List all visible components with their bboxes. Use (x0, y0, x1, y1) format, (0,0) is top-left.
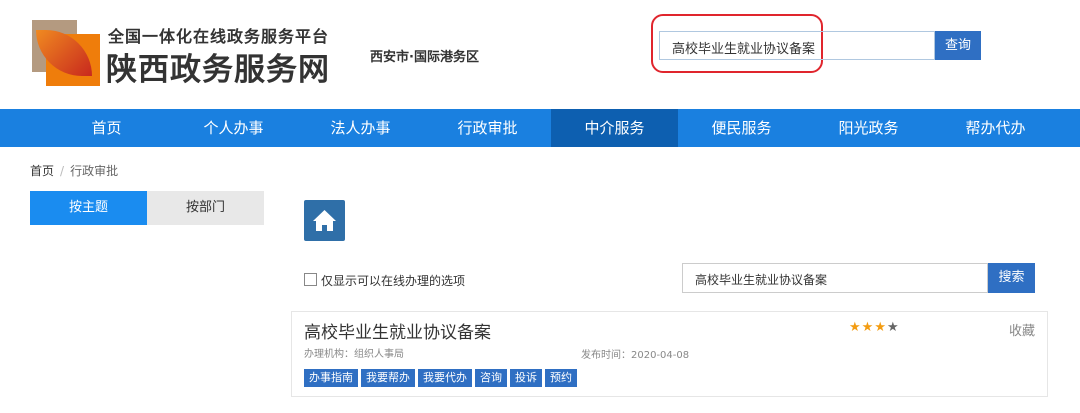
nav-item[interactable]: 阳光政务 (805, 109, 932, 147)
result-org: 办理机构：组织人事局 (304, 349, 404, 360)
header-search-input[interactable]: 高校毕业生就业协议备案 (659, 31, 935, 60)
guide-button[interactable]: 办事指南 (304, 369, 358, 387)
main-nav: 首页 个人办事 法人办事 行政审批 中介服务 便民服务 阳光政务 帮办代办 (0, 109, 1080, 147)
star-icon: ★ (861, 320, 875, 335)
complaint-button[interactable]: 投诉 (510, 369, 542, 387)
result-date: 发布时间：2020-04-08 (581, 350, 690, 361)
nav-item[interactable]: 首页 (43, 109, 170, 147)
online-only-label[interactable]: 仅显示可以在线办理的选项 (321, 272, 465, 289)
header-search-button[interactable]: 查询 (935, 31, 981, 60)
action-buttons: 办事指南 我要帮办 我要代办 咨询 投诉 预约 (304, 369, 577, 387)
nav-item[interactable]: 法人办事 (297, 109, 424, 147)
nav-item[interactable]: 帮办代办 (932, 109, 1059, 147)
breadcrumb-separator: / (60, 164, 65, 178)
nav-item[interactable]: 便民服务 (678, 109, 805, 147)
region-label[interactable]: 西安市·国际港务区 (370, 46, 479, 65)
rating-stars: ★★★★ (849, 320, 900, 335)
star-empty-icon: ★ (886, 320, 900, 335)
breadcrumb: 首页 / 行政审批 (30, 162, 118, 179)
star-icon: ★ (874, 320, 887, 335)
proxy-button[interactable]: 我要代办 (418, 369, 472, 387)
nav-item-active[interactable]: 中介服务 (551, 109, 678, 147)
online-only-checkbox[interactable] (304, 273, 317, 286)
filter-search-input[interactable]: 高校毕业生就业协议备案 (682, 263, 988, 293)
home-icon[interactable] (304, 200, 345, 241)
tab-by-topic[interactable]: 按主题 (30, 191, 147, 225)
site-name[interactable]: 陕西政务服务网 (106, 44, 330, 89)
nav-item[interactable]: 个人办事 (170, 109, 297, 147)
filter-search-button[interactable]: 搜索 (988, 263, 1035, 293)
favorite-link[interactable]: 收藏 (1009, 320, 1035, 339)
appointment-button[interactable]: 预约 (545, 369, 577, 387)
breadcrumb-home[interactable]: 首页 (30, 164, 54, 178)
help-button[interactable]: 我要帮办 (361, 369, 415, 387)
star-icon: ★ (849, 320, 862, 335)
consult-button[interactable]: 咨询 (475, 369, 507, 387)
tab-by-dept[interactable]: 按部门 (147, 191, 264, 225)
result-title[interactable]: 高校毕业生就业协议备案 (304, 318, 491, 343)
breadcrumb-current: 行政审批 (70, 164, 119, 178)
nav-item[interactable]: 行政审批 (424, 109, 551, 147)
